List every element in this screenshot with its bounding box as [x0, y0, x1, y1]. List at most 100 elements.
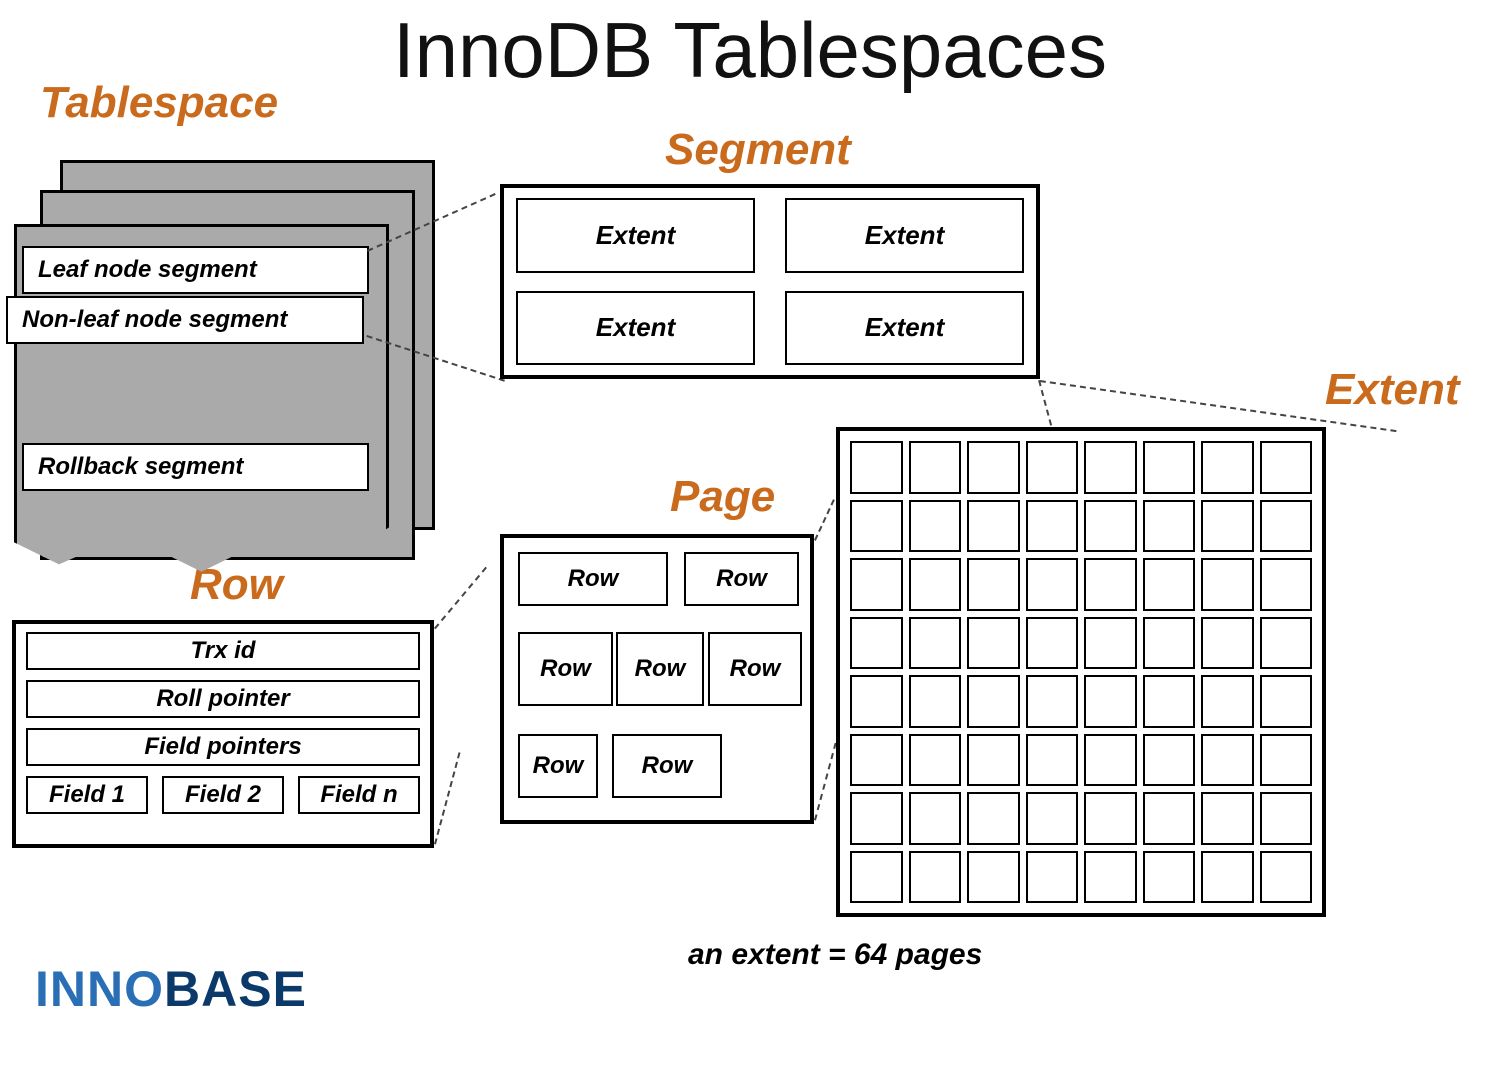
- extent-page-cell: [1026, 851, 1079, 904]
- page-row: Row: [616, 632, 704, 706]
- extent-page-cell: [967, 675, 1020, 728]
- label-tablespace: Tablespace: [40, 78, 278, 128]
- tablespace-leaf-segment: Leaf node segment: [22, 246, 369, 294]
- extent-page-cell: [1084, 558, 1137, 611]
- label-segment: Segment: [665, 125, 851, 175]
- segment-extent: Extent: [516, 198, 755, 273]
- connector-line: [814, 499, 835, 541]
- extent-page-cell: [1026, 734, 1079, 787]
- extent-page-cell: [1143, 851, 1196, 904]
- extent-page-cell: [909, 792, 962, 845]
- extent-page-cell: [1201, 617, 1254, 670]
- segment-extent: Extent: [516, 291, 755, 366]
- tablespace-nonleaf-segment: Non-leaf node segment: [6, 296, 364, 344]
- page-row: Row: [518, 734, 598, 798]
- label-page: Page: [670, 472, 775, 522]
- page-row: Row: [684, 552, 799, 606]
- extent-page-cell: [909, 500, 962, 553]
- row-field-pointers: Field pointers: [26, 728, 420, 766]
- extent-page-cell: [850, 500, 903, 553]
- extent-page-cell: [1143, 675, 1196, 728]
- extent-page-cell: [1260, 734, 1313, 787]
- extent-page-cell: [1084, 617, 1137, 670]
- extent-page-cell: [850, 734, 903, 787]
- extent-page-cell: [1143, 734, 1196, 787]
- page-row: Row: [518, 552, 668, 606]
- extent-page-cell: [1260, 851, 1313, 904]
- extent-page-cell: [850, 617, 903, 670]
- extent-page-cell: [1084, 734, 1137, 787]
- connector-line: [434, 752, 461, 844]
- row-field-1: Field 1: [26, 776, 148, 814]
- extent-page-cell: [1201, 675, 1254, 728]
- extent-page-cell: [909, 851, 962, 904]
- extent-box: [836, 427, 1326, 917]
- extent-page-cell: [850, 675, 903, 728]
- extent-page-cell: [909, 675, 962, 728]
- extent-page-cell: [1026, 617, 1079, 670]
- extent-page-cell: [850, 792, 903, 845]
- extent-page-cell: [1260, 617, 1313, 670]
- extent-page-cell: [1201, 500, 1254, 553]
- extent-page-cell: [1201, 851, 1254, 904]
- extent-page-cell: [1201, 558, 1254, 611]
- extent-page-cell: [909, 558, 962, 611]
- page-box: Row Row Row Row Row Row Row: [500, 534, 814, 824]
- extent-page-cell: [1026, 558, 1079, 611]
- page-row: Row: [612, 734, 722, 798]
- tablespace-rollback-segment: Rollback segment: [22, 443, 369, 491]
- extent-page-cell: [967, 734, 1020, 787]
- page-row: Row: [708, 632, 802, 706]
- extent-page-cell: [967, 792, 1020, 845]
- page-row: Row: [518, 632, 613, 706]
- footnote-extent-pages: an extent = 64 pages: [688, 938, 982, 972]
- segment-box: Extent Extent Extent Extent: [500, 184, 1040, 379]
- extent-page-cell: [1143, 500, 1196, 553]
- extent-page-cell: [1260, 500, 1313, 553]
- extent-page-cell: [1143, 792, 1196, 845]
- extent-page-cell: [1084, 441, 1137, 494]
- extent-page-cell: [1084, 851, 1137, 904]
- extent-page-cell: [909, 617, 962, 670]
- extent-page-cell: [1201, 441, 1254, 494]
- extent-page-cell: [1026, 500, 1079, 553]
- extent-page-cell: [850, 851, 903, 904]
- row-trx-id: Trx id: [26, 632, 420, 670]
- extent-page-cell: [1260, 675, 1313, 728]
- extent-page-cell: [1260, 792, 1313, 845]
- extent-page-cell: [1143, 441, 1196, 494]
- extent-page-cell: [1201, 734, 1254, 787]
- row-field-2: Field 2: [162, 776, 284, 814]
- extent-page-cell: [1260, 558, 1313, 611]
- extent-page-cell: [909, 734, 962, 787]
- extent-page-cell: [1143, 617, 1196, 670]
- label-extent: Extent: [1325, 365, 1459, 415]
- segment-extent: Extent: [785, 198, 1024, 273]
- extent-page-cell: [967, 500, 1020, 553]
- extent-page-cell: [1143, 558, 1196, 611]
- extent-page-cell: [967, 441, 1020, 494]
- connector-line: [814, 743, 837, 821]
- extent-page-cell: [850, 558, 903, 611]
- connector-line: [434, 567, 487, 630]
- extent-page-cell: [1084, 500, 1137, 553]
- row-field-n: Field n: [298, 776, 420, 814]
- extent-page-cell: [1201, 792, 1254, 845]
- innobase-logo: INNOBASE: [35, 960, 307, 1018]
- logo-part2: BASE: [164, 961, 307, 1017]
- logo-part1: INNO: [35, 961, 164, 1017]
- extent-page-cell: [1084, 675, 1137, 728]
- row-roll-pointer: Roll pointer: [26, 680, 420, 718]
- row-box: Trx id Roll pointer Field pointers Field…: [12, 620, 434, 848]
- extent-page-cell: [1026, 792, 1079, 845]
- extent-page-cell: [1026, 441, 1079, 494]
- extent-page-cell: [909, 441, 962, 494]
- extent-page-cell: [1026, 675, 1079, 728]
- extent-page-cell: [967, 851, 1020, 904]
- extent-page-cell: [850, 441, 903, 494]
- extent-page-cell: [1260, 441, 1313, 494]
- extent-page-cell: [967, 617, 1020, 670]
- segment-extent: Extent: [785, 291, 1024, 366]
- extent-page-cell: [967, 558, 1020, 611]
- extent-page-cell: [1084, 792, 1137, 845]
